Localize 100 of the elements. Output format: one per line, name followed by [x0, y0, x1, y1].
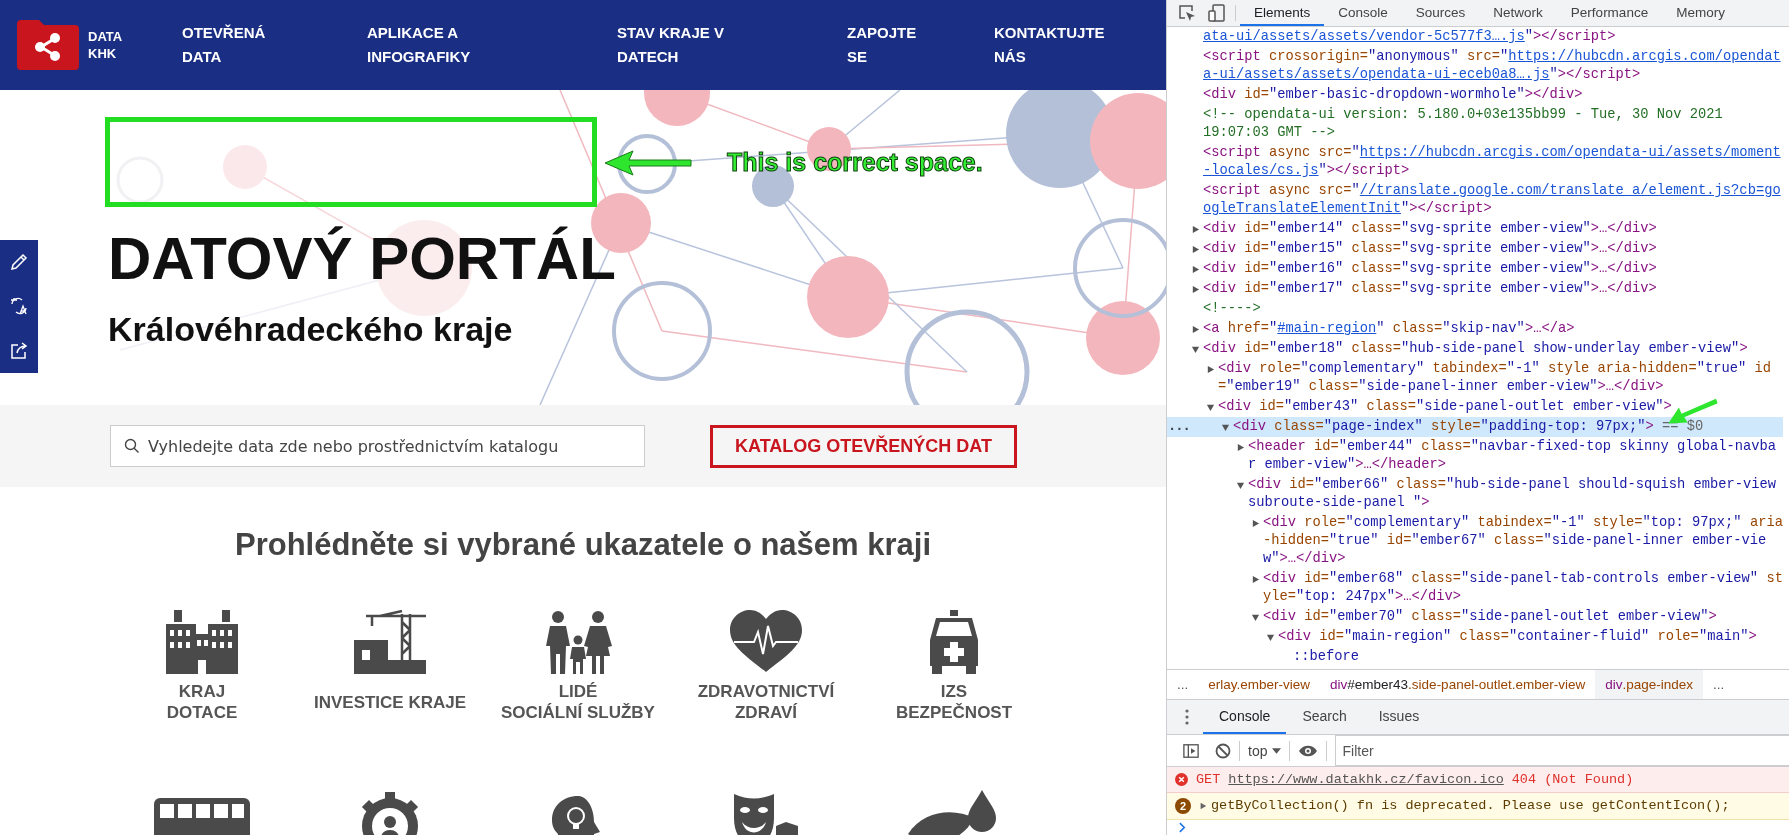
brand-name[interactable]: DATA KHK [88, 28, 182, 62]
caret-icon [1272, 747, 1282, 754]
dom-node-line[interactable]: ::before [1167, 647, 1783, 667]
expand-arrow-icon[interactable] [1191, 284, 1200, 294]
expand-arrow-icon[interactable] [1191, 324, 1200, 334]
search-field[interactable]: Vyhledejte data zde nebo prostřednictvím katalogu [110, 425, 645, 467]
drawer-tab[interactable]: Search [1286, 700, 1363, 734]
collapse-arrow-icon[interactable] [1266, 632, 1275, 642]
message-count-badge: 2 [1175, 797, 1191, 814]
expand-arrow-icon[interactable] [1236, 442, 1245, 452]
dom-node-code: <div role="complementary" tabindex="-1" style="top: 97px;" aria-hidden="true" id="ember67" class="side-panel-inner ember-view">…</div> [1263, 514, 1783, 568]
devtools-tab[interactable]: Memory [1662, 0, 1739, 26]
collapse-arrow-icon[interactable] [1251, 612, 1260, 622]
dom-node-line[interactable]: <div id="ember68" class="side-panel-tab-controls ember-view" style="top: 247px">…</div> [1167, 569, 1783, 607]
annotation-text: This is correct space. [727, 148, 983, 177]
console-error-link[interactable]: https://www.datakhk.cz/favicon.ico [1228, 771, 1504, 787]
expand-arrow-icon[interactable] [1251, 518, 1260, 528]
dom-node-line[interactable]: ata-ui/assets/assets/vendor-5c577f3….js"></script> [1167, 27, 1783, 47]
collapse-arrow-icon[interactable] [1236, 480, 1245, 490]
category-label[interactable]: INVESTICE KRAJE [313, 691, 467, 713]
dom-breadcrumb[interactable]: div#ember43.side-panel-outlet.ember-view [1320, 670, 1596, 699]
expand-arrow-icon[interactable] [1191, 224, 1200, 234]
collapse-arrow-icon[interactable] [1206, 402, 1215, 412]
inspect-element-icon[interactable] [1177, 3, 1197, 23]
dom-node-line[interactable]: <div id="ember14" class="svg-sprite ember-view">…</div> [1167, 219, 1783, 239]
dom-node-code: <div id="ember17" class="svg-sprite ember-view">…</div> [1203, 280, 1657, 298]
dom-node-code: <div id="ember66" class="hub-side-panel should-squish ember-view subroute-side-panel "> [1248, 476, 1778, 512]
category-label[interactable]: IZS BEZPEČNOST [895, 681, 1013, 723]
share-icon[interactable] [9, 340, 29, 361]
dom-node-code: <div id="ember14" class="svg-sprite ember-view">…</div> [1203, 220, 1657, 238]
dom-node-line[interactable]: <div id="ember15" class="svg-sprite ember-view">…</div> [1167, 239, 1783, 259]
collapse-arrow-icon[interactable] [1191, 344, 1200, 354]
breadcrumb-overflow[interactable]: ... [1167, 670, 1199, 699]
dom-node-line[interactable]: <!-- opendata-ui version: 5.180.0+03e135bb99 - Tue, 30 Nov 2021 19:07:03 GMT --> [1167, 105, 1783, 143]
expand-arrow-icon[interactable] [1251, 574, 1260, 584]
nav-link[interactable]: APLIKACE A INFOGRAFIKY [367, 21, 617, 69]
dom-node-code: ata-ui/assets/assets/vendor-5c577f3….js"></script> [1203, 28, 1616, 46]
drawer-tab[interactable]: Console [1203, 700, 1287, 734]
devtools-tab[interactable]: Console [1324, 0, 1402, 26]
dom-node-code: <div id="ember15" class="svg-sprite ember-view">…</div> [1203, 240, 1657, 258]
nav-link[interactable]: ZAPOJTE SE [847, 21, 994, 69]
dom-node-line[interactable]: <div id="ember17" class="svg-sprite ember-view">…</div> [1167, 279, 1783, 299]
dom-node-line[interactable]: <div id="ember43" class="side-panel-outlet ember-view"> [1167, 397, 1783, 417]
dom-node-code: <!----> [1203, 300, 1261, 318]
nav-link[interactable]: STAV KRAJE V DATECH [617, 21, 847, 69]
dom-node-line[interactable]: <div id="ember18" class="hub-side-panel show-underlay ember-view"> [1167, 339, 1783, 359]
dom-node-line[interactable]: <header id="ember44" class="navbar-fixed-top skinny global-navbar ember-view">…</header> [1167, 437, 1783, 475]
dom-node-line[interactable]: <a href="#main-region" class="skip-nav">…</a> [1167, 319, 1783, 339]
dom-node-line[interactable]: <div id="ember70" class="side-panel-outlet ember-view"> [1167, 607, 1783, 627]
devtools-tab[interactable]: Sources [1401, 0, 1480, 26]
catalog-button[interactable]: KATALOG OTEVŘENÝCH DAT [710, 424, 1017, 468]
category-label[interactable]: KRAJ DOTACE [166, 681, 238, 723]
dom-node-code: <!-- opendata-ui version: 5.180.0+03e135bb99 - Tue, 30 Nov 2021 19:07:03 GMT --> [1203, 106, 1724, 142]
dom-node-line[interactable]: <div id="ember66" class="hub-side-panel should-squish ember-view subroute-side-panel "> [1167, 475, 1783, 513]
node-actions-menu[interactable]: ... [1168, 418, 1190, 436]
dom-breadcrumb[interactable]: erlay.ember-view [1198, 670, 1321, 699]
console-error-method: GET [1196, 771, 1221, 787]
error-icon [1175, 772, 1188, 786]
dom-node-code: <div id="ember-basic-dropdown-wormhole"></div> [1203, 86, 1583, 104]
expand-arrow-icon[interactable] [1206, 364, 1215, 374]
dom-node-code: <div id="ember68" class="side-panel-tab-controls ember-view" style="top: 247px">…</div> [1263, 570, 1783, 606]
device-toolbar-icon[interactable] [1207, 3, 1227, 23]
eye-icon[interactable] [1298, 744, 1319, 757]
translate-icon[interactable] [9, 296, 29, 317]
dom-node-code: <header id="ember44" class="navbar-fixed-top skinny global-navbar ember-view">…</header> [1248, 438, 1778, 474]
context-selector[interactable]: top [1240, 742, 1290, 759]
prompt-chevron-icon[interactable] [1179, 822, 1186, 834]
breadcrumb-overflow[interactable]: ... [1703, 670, 1735, 699]
dom-breadcrumb[interactable]: div.page-index [1595, 670, 1704, 699]
dom-node-line[interactable]: <!----> [1167, 299, 1783, 319]
dom-node-code: <div id="main-region" class="container-fluid" role="main"> [1278, 628, 1757, 646]
pencil-icon[interactable] [9, 252, 29, 273]
dom-node-code: <div id="ember70" class="side-panel-outlet ember-view"> [1263, 608, 1717, 626]
dom-node-line[interactable]: <div id="ember16" class="svg-sprite ember-view">…</div> [1167, 259, 1783, 279]
dom-node-code: <div class="page-index" style="padding-top: 97px;"> [1233, 418, 1654, 436]
folder-share-logo-icon[interactable] [17, 20, 79, 70]
nav-link[interactable]: KONTAKTUJTE NÁS [994, 21, 1166, 69]
devtools-tab[interactable]: Elements [1240, 0, 1325, 26]
expand-arrow-icon[interactable] [1191, 264, 1200, 274]
expand-arrow-icon[interactable] [1191, 244, 1200, 254]
devtools-tab[interactable]: Network [1479, 0, 1557, 26]
nav-link[interactable]: OTEVŘENÁ DATA [182, 21, 367, 69]
category-label[interactable]: LIDÉ SOCIÁLNÍ SLUŽBY [501, 681, 655, 723]
drawer-tab[interactable]: Issues [1362, 700, 1436, 734]
console-filter-field[interactable]: Filter [1335, 735, 1789, 766]
console-warning-message: getByCollection() fn is deprecated. Please use getContentIcon(); [1211, 798, 1730, 814]
expand-arrow-icon[interactable] [1199, 801, 1207, 810]
devtools-tab[interactable]: Performance [1556, 0, 1663, 26]
clear-console-icon[interactable] [1215, 742, 1231, 759]
dom-node-code: <a href="#main-region" class="skip-nav">…</a> [1203, 320, 1575, 338]
collapse-arrow-icon[interactable] [1221, 422, 1230, 432]
more-options-icon[interactable] [1185, 709, 1189, 725]
sidebar-toggle-icon[interactable] [1183, 742, 1199, 759]
dom-node-line[interactable]: <div id="ember-basic-dropdown-wormhole"></div> [1167, 85, 1783, 105]
dom-node-line[interactable]: <div id="main-region" class="container-fluid" role="main"> [1167, 627, 1783, 647]
dom-node-code: <div id="ember18" class="hub-side-panel show-underlay ember-view"> [1203, 340, 1748, 358]
category-label[interactable]: ZDRAVOTNICTVÍ ZDRAVÍ [697, 681, 835, 723]
dom-node-line[interactable]: <div role="complementary" tabindex="-1" style="top: 97px;" aria-hidden="true" id="ember67" class="side-panel-inner ember-view">…</div> [1167, 513, 1783, 569]
dom-node-code: ::before [1293, 648, 1359, 666]
hero-title: DATOVÝ PORTÁL [108, 226, 617, 292]
